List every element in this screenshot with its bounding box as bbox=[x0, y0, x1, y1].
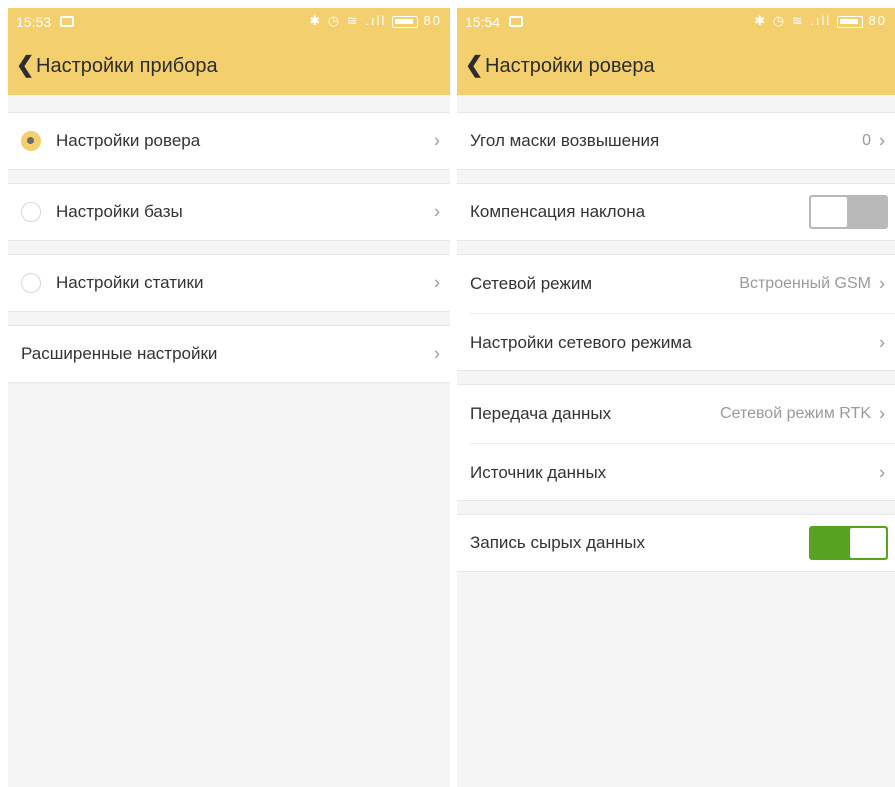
list-item-rover-settings[interactable]: Настройки ровера › bbox=[8, 112, 450, 170]
list-item-elevation-mask[interactable]: Угол маски возвышения 0 › bbox=[457, 112, 895, 170]
chevron-right-icon: › bbox=[434, 130, 440, 151]
status-icons: ✱ ◷ ≋ .ıll 80 bbox=[309, 13, 442, 29]
image-icon bbox=[60, 16, 74, 27]
app-bar: ❮ Настройки прибора bbox=[8, 38, 450, 95]
list-item-base-settings[interactable]: Настройки базы › bbox=[8, 183, 450, 241]
battery-icon bbox=[836, 15, 863, 28]
list-item-label: Настройки статики bbox=[56, 273, 204, 292]
battery-level: 80 bbox=[868, 13, 887, 28]
battery-icon bbox=[391, 15, 418, 28]
toggle-knob bbox=[850, 528, 886, 558]
list-item-label: Настройки сетевого режима bbox=[470, 332, 692, 352]
list-item-value: Встроенный GSM bbox=[739, 275, 871, 292]
chevron-right-icon: › bbox=[879, 130, 885, 151]
chevron-right-icon: › bbox=[879, 332, 885, 352]
list-item-label: Сетевой режим bbox=[470, 274, 593, 293]
signal-icon: .ıll bbox=[810, 13, 832, 28]
chevron-left-icon[interactable]: ❮ bbox=[16, 52, 34, 78]
list-item-label: Угол маски возвышения bbox=[470, 131, 660, 150]
rover-settings-screen: 15:54 ✱ ◷ ≋ .ıll 80 ❮ Настройки ровера У… bbox=[457, 8, 895, 787]
radio-unselected[interactable] bbox=[21, 273, 41, 293]
chevron-right-icon: › bbox=[434, 272, 440, 293]
wifi-icon: ≋ bbox=[346, 13, 360, 28]
network-group: Сетевой режим Встроенный GSM › Настройки… bbox=[457, 254, 895, 371]
tilt-compensation-toggle[interactable] bbox=[809, 195, 888, 229]
list-item-advanced-settings[interactable]: Расширенные настройки › bbox=[8, 325, 450, 383]
list-item-static-settings[interactable]: Настройки статики › bbox=[8, 254, 450, 312]
chevron-right-icon: › bbox=[879, 273, 885, 294]
status-bar: 15:53 ✱ ◷ ≋ .ıll 80 bbox=[8, 8, 450, 38]
page-title: Настройки прибора bbox=[36, 55, 218, 77]
chevron-right-icon: › bbox=[879, 403, 885, 424]
list-item-value: 0 bbox=[862, 132, 871, 149]
alarm-icon: ◷ bbox=[327, 13, 342, 28]
chevron-right-icon: › bbox=[879, 462, 885, 482]
radio-selected[interactable] bbox=[21, 131, 41, 151]
page-title: Настройки ровера bbox=[485, 55, 655, 77]
chevron-left-icon[interactable]: ❮ bbox=[465, 52, 483, 78]
toggle-knob bbox=[811, 197, 847, 227]
status-time: 15:54 bbox=[465, 14, 501, 30]
list-item-label: Компенсация наклона bbox=[470, 202, 646, 221]
chevron-right-icon: › bbox=[434, 201, 440, 222]
status-time: 15:53 bbox=[16, 14, 52, 30]
list-item-label: Запись сырых данных bbox=[470, 533, 645, 552]
raw-data-recording-toggle[interactable] bbox=[809, 526, 888, 560]
list-item-label: Расширенные настройки bbox=[21, 344, 218, 363]
status-icons: ✱ ◷ ≋ .ıll 80 bbox=[754, 13, 887, 29]
list-item-raw-data-recording[interactable]: Запись сырых данных bbox=[457, 514, 895, 572]
signal-icon: .ıll bbox=[365, 13, 387, 28]
bluetooth-icon: ✱ bbox=[754, 13, 768, 28]
radio-unselected[interactable] bbox=[21, 202, 41, 222]
list-item-data-transfer[interactable]: Передача данных Сетевой режим RTK › bbox=[457, 385, 895, 443]
alarm-icon: ◷ bbox=[772, 13, 787, 28]
list-item-network-mode[interactable]: Сетевой режим Встроенный GSM › bbox=[457, 255, 895, 313]
status-bar: 15:54 ✱ ◷ ≋ .ıll 80 bbox=[457, 8, 895, 38]
list-item-data-source[interactable]: Источник данных › bbox=[457, 444, 895, 501]
list-item-label: Передача данных bbox=[470, 404, 612, 423]
chevron-right-icon: › bbox=[434, 343, 440, 364]
device-settings-screen: 15:53 ✱ ◷ ≋ .ıll 80 ❮ Настройки прибора … bbox=[8, 8, 450, 787]
list-item-tilt-compensation[interactable]: Компенсация наклона bbox=[457, 183, 895, 241]
image-icon bbox=[509, 16, 523, 27]
list-item-label: Источник данных bbox=[470, 462, 607, 482]
list-item-label: Настройки базы bbox=[56, 202, 183, 221]
list-item-value: Сетевой режим RTK bbox=[720, 405, 871, 422]
app-bar: ❮ Настройки ровера bbox=[457, 38, 895, 95]
bluetooth-icon: ✱ bbox=[309, 13, 323, 28]
list-item-network-mode-settings[interactable]: Настройки сетевого режима › bbox=[457, 314, 895, 371]
list-item-label: Настройки ровера bbox=[56, 131, 201, 150]
data-group: Передача данных Сетевой режим RTK › Исто… bbox=[457, 384, 895, 501]
battery-level: 80 bbox=[423, 13, 442, 28]
wifi-icon: ≋ bbox=[791, 13, 805, 28]
